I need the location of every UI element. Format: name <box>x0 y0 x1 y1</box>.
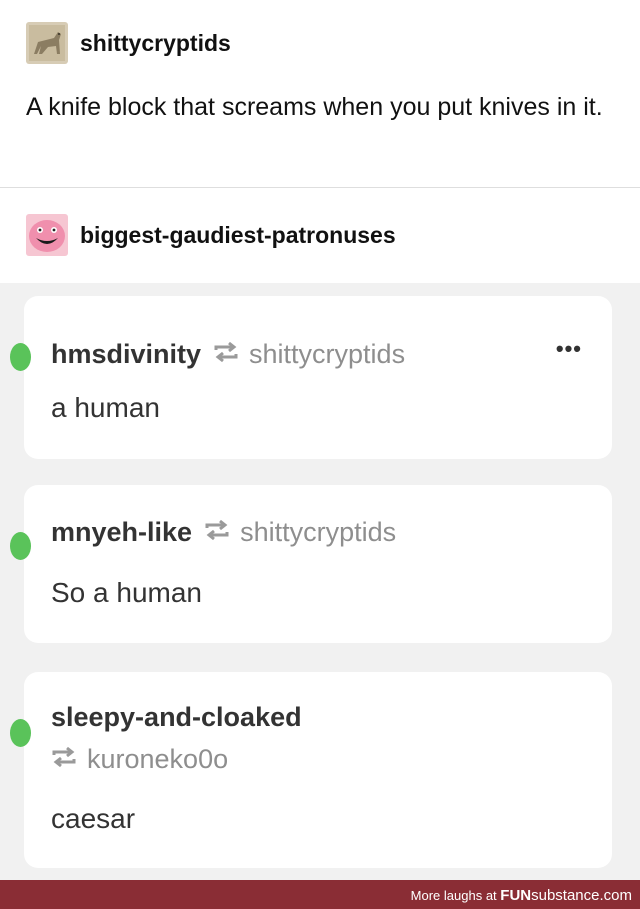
note-username[interactable]: sleepy-and-cloaked <box>51 702 302 733</box>
op-blog-name[interactable]: shittycryptids <box>80 30 231 57</box>
more-options-icon[interactable]: ••• <box>556 336 582 362</box>
pink-blob-avatar-icon[interactable] <box>26 214 68 256</box>
watermark-brand-bold: FUN <box>500 887 532 904</box>
reblogger-blog-name[interactable]: biggest-gaudiest-patronuses <box>80 222 396 249</box>
status-dot <box>10 719 31 747</box>
watermark-prefix: More laughs at <box>410 888 501 903</box>
reblog-icon <box>51 745 77 774</box>
note-card: sleepy-and-cloaked kuroneko0o caesar <box>10 672 612 868</box>
note-card: hmsdivinity shittycryptids ••• a human <box>10 296 612 459</box>
note-header: sleepy-and-cloaked <box>51 702 302 733</box>
note-username[interactable]: hmsdivinity <box>51 339 201 370</box>
notes-area: hmsdivinity shittycryptids ••• a human m… <box>0 283 640 880</box>
divider <box>0 187 640 188</box>
op-post-text: A knife block that screams when you put … <box>26 93 603 121</box>
note-reblog-row: kuroneko0o <box>51 744 228 775</box>
note-text: So a human <box>51 577 202 608</box>
reblog-icon <box>204 518 230 547</box>
status-dot <box>10 343 31 371</box>
watermark-text[interactable]: More laughs at FUNsubstance.com <box>411 887 632 904</box>
watermark-footer: More laughs at FUNsubstance.com <box>0 880 640 909</box>
status-dot <box>10 532 31 560</box>
note-header: mnyeh-like shittycryptids <box>51 517 396 548</box>
note-username[interactable]: mnyeh-like <box>51 517 192 548</box>
op-header: shittycryptids <box>26 22 231 64</box>
watermark-brand-rest: substance.com <box>531 887 632 904</box>
note-header: hmsdivinity shittycryptids <box>51 339 405 370</box>
note-card: mnyeh-like shittycryptids So a human <box>10 485 612 643</box>
cryptid-avatar-icon[interactable] <box>26 22 68 64</box>
note-text: caesar <box>51 803 136 834</box>
reblogged-from[interactable]: kuroneko0o <box>87 744 228 775</box>
reblogged-from[interactable]: shittycryptids <box>240 517 396 548</box>
reblogger-header: biggest-gaudiest-patronuses <box>26 214 396 256</box>
note-text: a human <box>51 392 160 423</box>
reblog-icon <box>213 340 239 369</box>
reblogged-from[interactable]: shittycryptids <box>249 339 405 370</box>
